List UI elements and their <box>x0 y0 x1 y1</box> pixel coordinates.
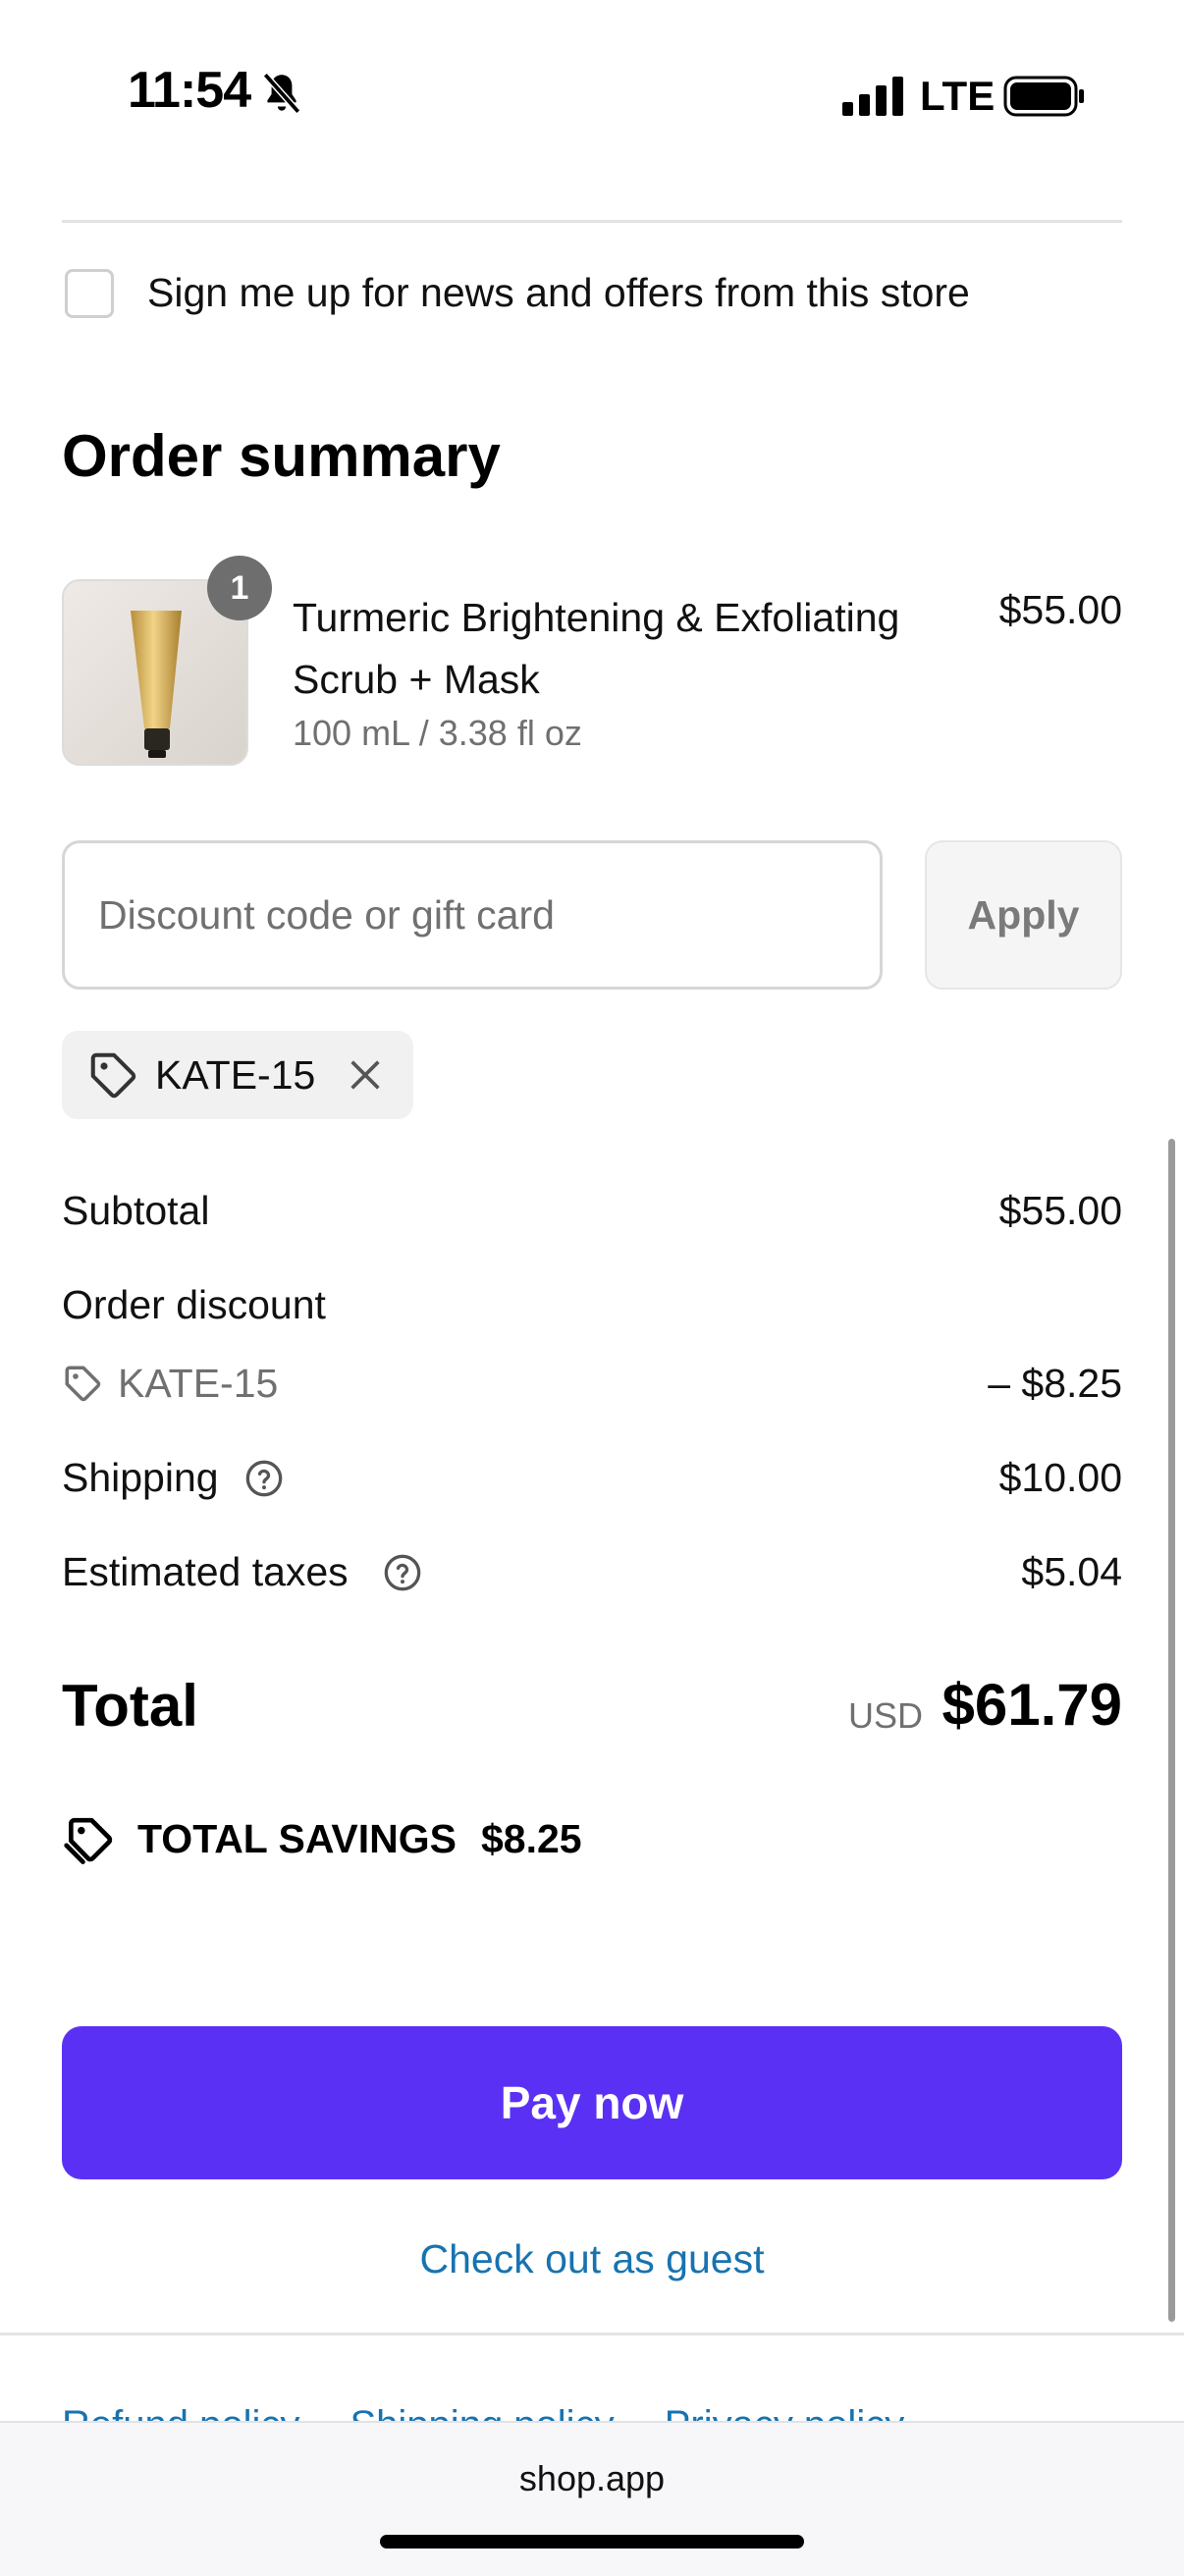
newsletter-label[interactable]: Sign me up for news and offers from this… <box>147 270 970 316</box>
subtotal-label: Subtotal <box>62 1188 210 1233</box>
shipping-label: Shipping <box>62 1455 219 1500</box>
savings-tag-icon <box>64 1817 113 1864</box>
product-name: Turmeric Brightening & Exfoliating Scrub… <box>293 595 900 702</box>
order-summary-title: Order summary <box>62 423 501 489</box>
signal-icon <box>842 77 903 116</box>
footer-divider <box>0 2333 1184 2335</box>
total-savings-label: TOTAL SAVINGS <box>137 1816 457 1861</box>
pay-now-button[interactable]: Pay now <box>62 2026 1122 2179</box>
shipping-value: $10.00 <box>998 1455 1122 1500</box>
product-variant: 100 mL / 3.38 fl oz <box>293 713 582 753</box>
section-divider <box>62 220 1122 223</box>
network-label: LTE <box>920 73 996 119</box>
help-icon[interactable] <box>383 1553 422 1592</box>
taxes-value: $5.04 <box>1021 1549 1122 1594</box>
tag-icon <box>90 1052 136 1099</box>
taxes-label: Estimated taxes <box>62 1549 349 1594</box>
applied-discount-code: KATE-15 <box>155 1052 316 1098</box>
browser-url[interactable]: shop.app <box>0 2458 1184 2499</box>
battery-icon <box>1003 76 1084 117</box>
subtotal-value: $55.00 <box>998 1188 1122 1233</box>
status-time: 11:54 <box>128 62 251 119</box>
discount-code-input[interactable] <box>62 840 883 990</box>
total-label: Total <box>62 1673 198 1739</box>
product-price: $55.00 <box>998 587 1122 632</box>
checkout-as-guest-link[interactable]: Check out as guest <box>0 2236 1184 2282</box>
home-indicator <box>380 2535 804 2549</box>
total-savings-value: $8.25 <box>481 1816 582 1861</box>
close-icon[interactable] <box>346 1055 385 1095</box>
apply-discount-button[interactable]: Apply <box>925 840 1122 990</box>
total-value: $61.79 <box>942 1672 1122 1738</box>
discount-tag-icon <box>65 1366 101 1402</box>
newsletter-checkbox[interactable] <box>65 269 114 318</box>
bell-slash-icon <box>262 73 301 114</box>
quantity-badge: 1 <box>207 556 272 620</box>
help-icon[interactable] <box>244 1459 284 1498</box>
order-discount-label: Order discount <box>62 1282 326 1327</box>
discount-code-label: KATE-15 <box>118 1361 279 1406</box>
scrollbar[interactable] <box>1168 1139 1175 2322</box>
discount-value: – $8.25 <box>988 1361 1122 1406</box>
total-currency: USD <box>848 1695 924 1736</box>
